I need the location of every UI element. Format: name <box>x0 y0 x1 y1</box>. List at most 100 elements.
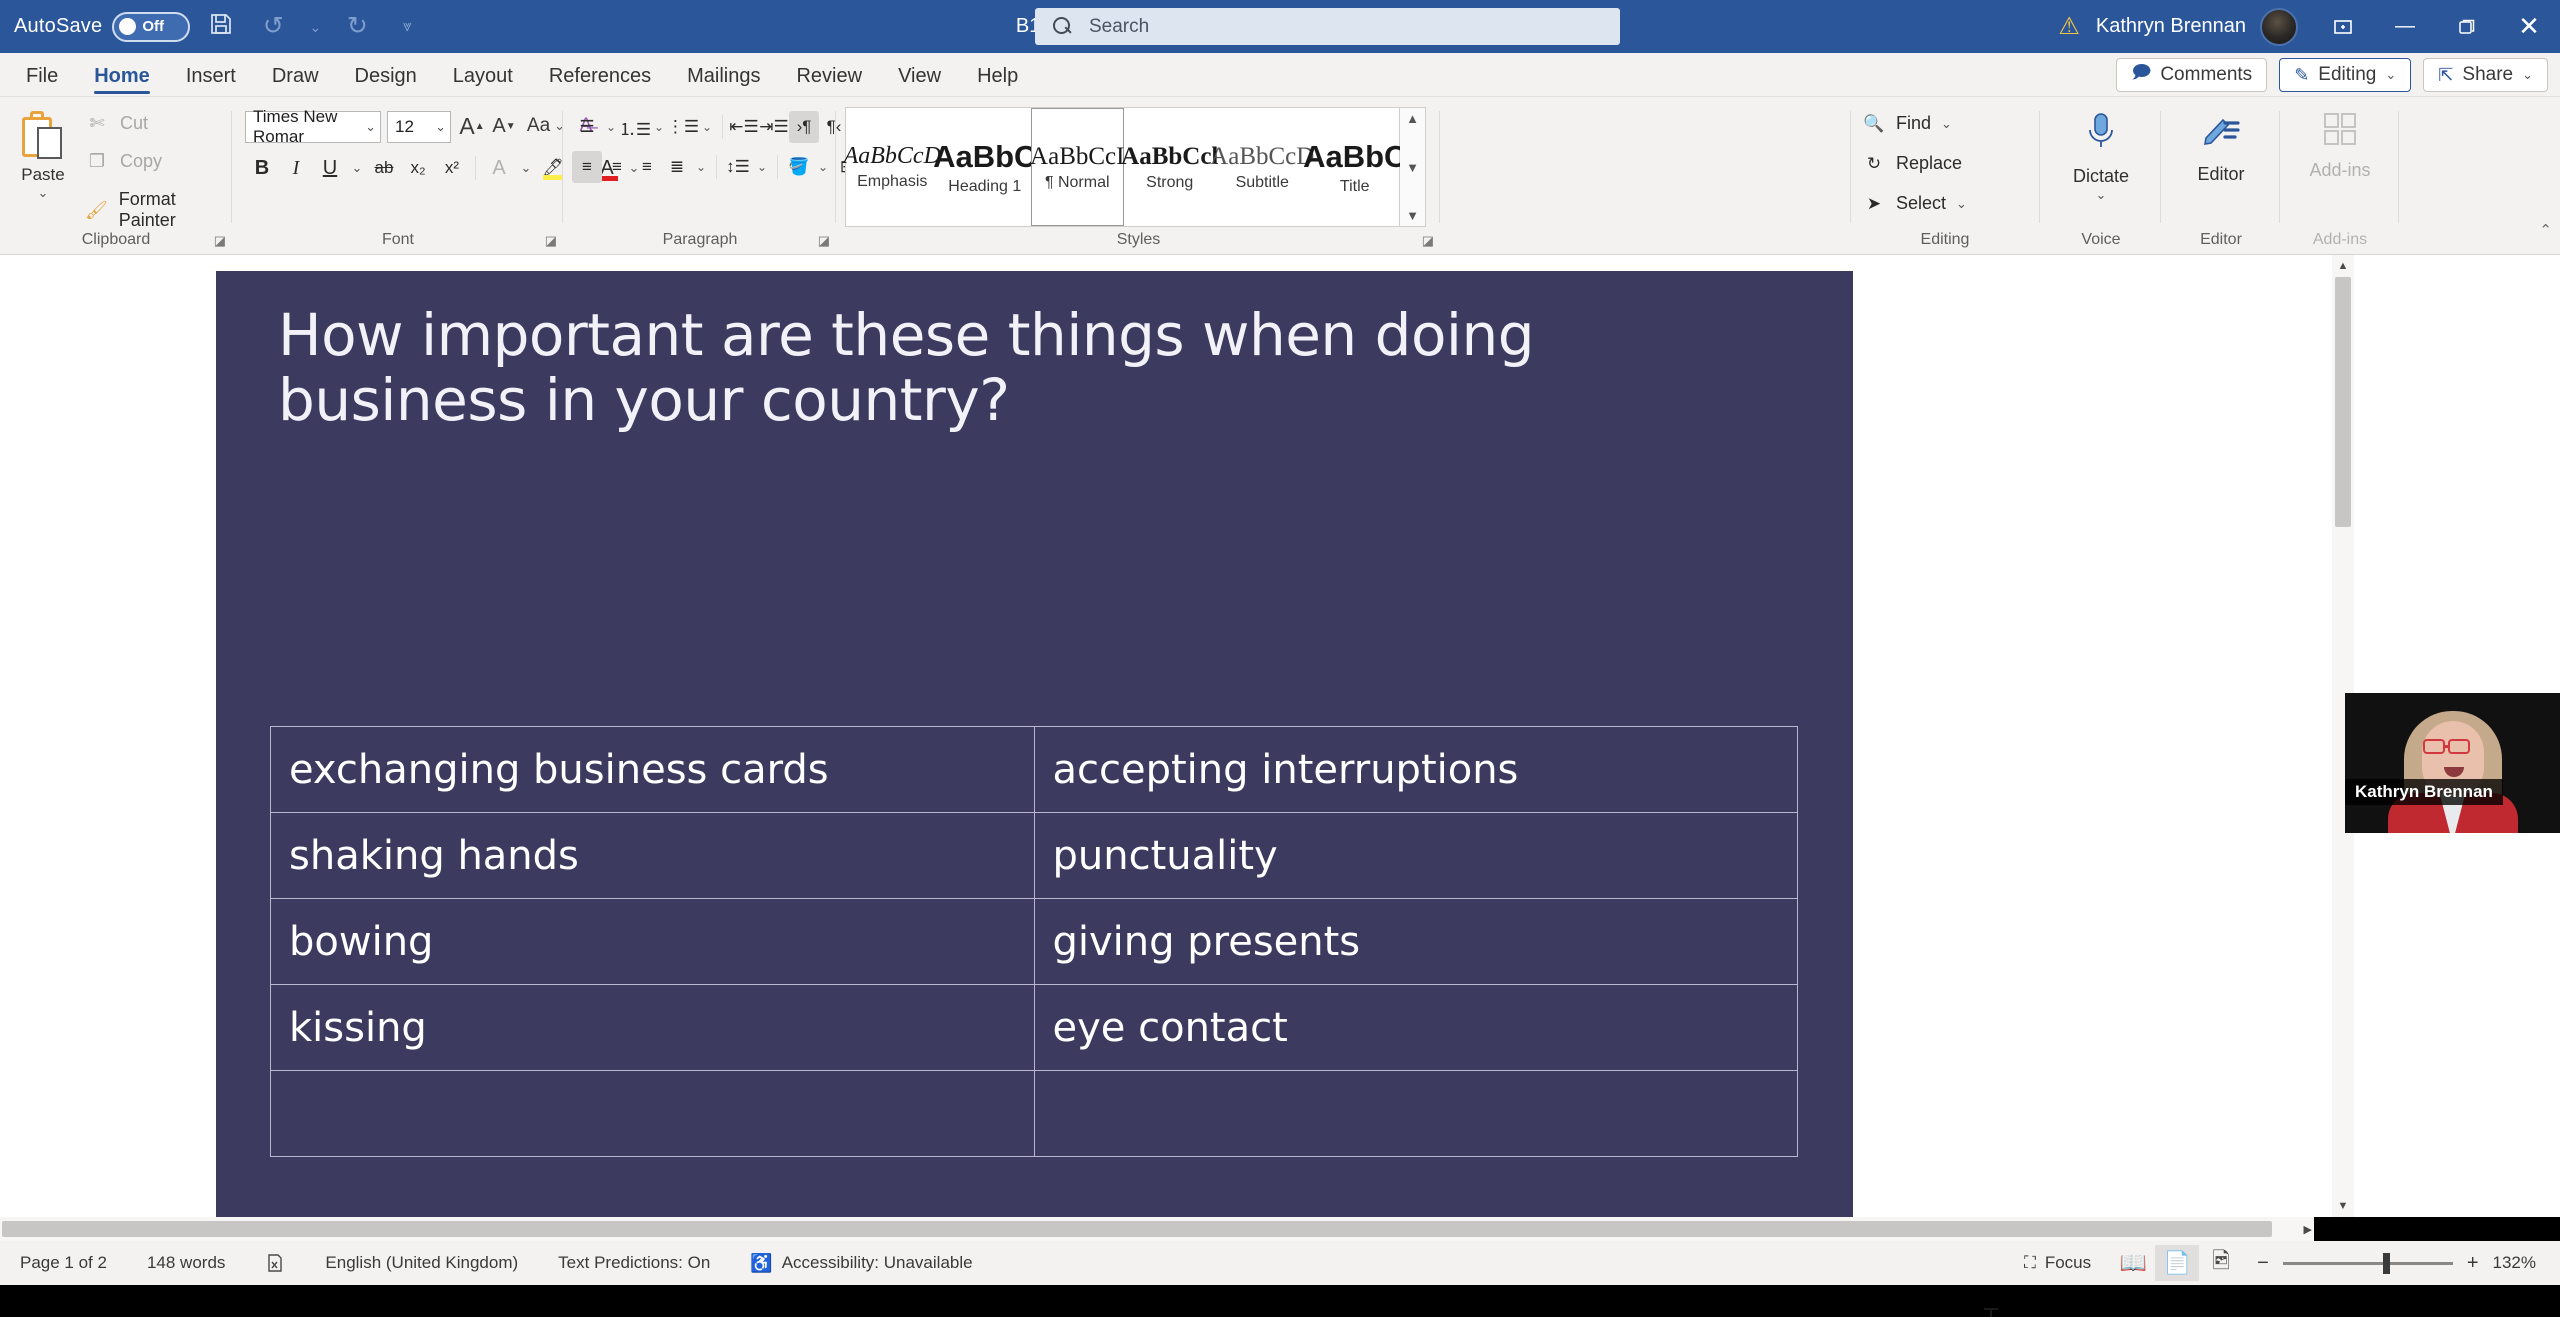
avatar[interactable] <box>2260 7 2298 46</box>
undo-icon[interactable]: ↺ <box>252 14 294 39</box>
tab-draw[interactable]: Draw <box>254 56 337 96</box>
table-row[interactable]: exchanging business cards accepting inte… <box>270 726 1798 813</box>
dictate-button[interactable]: Dictate ⌄ <box>2041 111 2161 203</box>
styles-more-icon[interactable]: ▼ <box>1406 208 1419 223</box>
strikethrough-button[interactable]: ab <box>367 151 401 185</box>
table-cell[interactable]: exchanging business cards <box>270 726 1035 813</box>
paste-chevron-down-icon[interactable]: ⌄ <box>12 185 74 201</box>
comments-button[interactable]: 🗩 Comments <box>2116 58 2268 92</box>
bullets-chevron-down-icon[interactable]: ⌄ <box>602 111 620 143</box>
warning-icon[interactable]: ⚠ <box>2042 12 2096 41</box>
copy-button[interactable]: ❐ Copy <box>84 151 162 172</box>
slide-title[interactable]: How important are these things when doin… <box>278 303 1708 433</box>
language-indicator[interactable]: English (United Kingdom) <box>305 1253 538 1273</box>
web-layout-icon[interactable]: 🖻 <box>2199 1245 2243 1281</box>
save-icon[interactable] <box>200 12 242 41</box>
undo-caret-icon[interactable]: ⌄ <box>304 20 326 34</box>
left-to-right-icon[interactable]: ›¶ <box>789 111 819 143</box>
tab-home[interactable]: Home <box>76 56 168 96</box>
zoom-in-button[interactable]: + <box>2467 1252 2479 1275</box>
select-button[interactable]: ➤ Select ⌄ <box>1862 193 1967 214</box>
maximize-icon[interactable] <box>2436 0 2498 53</box>
table-cell[interactable] <box>270 1070 1035 1157</box>
page-number[interactable]: Page 1 of 2 <box>0 1253 127 1273</box>
tab-help[interactable]: Help <box>959 56 1036 96</box>
tab-insert[interactable]: Insert <box>168 56 254 96</box>
horizontal-scrollbar[interactable]: ▶ <box>0 1217 2314 1241</box>
collapse-ribbon-icon[interactable]: ⌃ <box>2539 221 2552 239</box>
style-strong[interactable]: AaBbCcl Strong <box>1121 108 1218 226</box>
shading-chevron-down-icon[interactable]: ⌄ <box>814 151 832 183</box>
table-cell[interactable]: kissing <box>270 984 1035 1071</box>
table-cell[interactable]: giving presents <box>1033 898 1798 985</box>
table-cell[interactable] <box>1033 1070 1798 1157</box>
style-title[interactable]: AaBbC Title <box>1303 108 1406 226</box>
table-cell[interactable]: accepting interruptions <box>1033 726 1798 813</box>
tab-view[interactable]: View <box>880 56 959 96</box>
style-heading-1[interactable]: AaBbC Heading 1 <box>933 108 1036 226</box>
accessibility-status[interactable]: ♿ Accessibility: Unavailable <box>730 1253 992 1274</box>
justify-chevron-down-icon[interactable]: ⌄ <box>692 151 710 183</box>
document-canvas[interactable]: How important are these things when doin… <box>0 255 2560 1317</box>
styles-dialog-launcher-icon[interactable]: ◪ <box>1422 233 1434 249</box>
tab-review[interactable]: Review <box>778 56 880 96</box>
restore-down-icon[interactable] <box>2312 0 2374 53</box>
bullets-icon[interactable]: ☰ <box>572 111 602 143</box>
vertical-scrollbar-thumb[interactable] <box>2335 277 2351 527</box>
dictate-chevron-down-icon[interactable]: ⌄ <box>2041 187 2161 203</box>
justify-icon[interactable]: ≣ <box>662 151 692 183</box>
close-icon[interactable]: ✕ <box>2498 0 2560 53</box>
multilevel-chevron-down-icon[interactable]: ⌄ <box>698 111 716 143</box>
text-effects-button[interactable]: A <box>482 151 516 185</box>
user-name[interactable]: Kathryn Brennan <box>2096 15 2246 38</box>
line-spacing-chevron-down-icon[interactable]: ⌄ <box>753 151 771 183</box>
increase-indent-icon[interactable]: ⇥☰ <box>759 111 789 143</box>
tab-design[interactable]: Design <box>337 56 435 96</box>
addins-button[interactable]: Add-ins <box>2281 111 2399 181</box>
styles-scroll-down-icon[interactable]: ▼ <box>1406 160 1419 175</box>
table-cell[interactable]: shaking hands <box>270 812 1035 899</box>
decrease-indent-icon[interactable]: ⇤☰ <box>729 111 759 143</box>
read-mode-icon[interactable]: 📖 <box>2111 1245 2155 1281</box>
align-right-icon[interactable]: ≡ <box>632 151 662 183</box>
style-emphasis[interactable]: AaBbCcD Emphasis <box>844 108 941 226</box>
word-count[interactable]: 148 words <box>127 1253 245 1273</box>
shading-icon[interactable]: 🪣 <box>784 151 814 183</box>
editing-mode-button[interactable]: ✎ Editing ⌄ <box>2279 58 2412 92</box>
numbering-icon[interactable]: ⒈☰ <box>619 111 651 143</box>
font-dialog-launcher-icon[interactable]: ◪ <box>545 233 557 249</box>
change-case-icon[interactable]: Aa ⌄ <box>525 111 567 141</box>
scroll-down-icon[interactable]: ▼ <box>2332 1195 2354 1217</box>
table-cell[interactable]: bowing <box>270 898 1035 985</box>
format-painter-button[interactable]: 🖌 Format Painter <box>84 189 232 231</box>
table-row[interactable]: shaking hands punctuality <box>270 812 1798 899</box>
table-row[interactable]: kissing eye contact <box>270 984 1798 1071</box>
webcam-panel[interactable]: Kathryn Brennan <box>2345 693 2560 833</box>
paste-button[interactable]: Paste ⌄ <box>12 111 74 201</box>
superscript-button[interactable]: x² <box>435 151 469 185</box>
font-name-input[interactable]: Times New Romar ⌄ <box>245 107 381 146</box>
styles-scrollbar[interactable]: ▲ ▼ ▼ <box>1400 107 1426 227</box>
cut-button[interactable]: ✄ Cut <box>84 113 148 134</box>
tab-mailings[interactable]: Mailings <box>669 56 778 96</box>
clipboard-dialog-launcher-icon[interactable]: ◪ <box>214 233 226 249</box>
editor-button[interactable]: Editor <box>2162 111 2280 185</box>
tab-references[interactable]: References <box>531 56 669 96</box>
underline-chevron-down-icon[interactable]: ⌄ <box>347 151 367 185</box>
replace-button[interactable]: ↻ Replace <box>1862 153 1962 174</box>
zoom-track[interactable] <box>2282 1252 2453 1274</box>
print-layout-icon[interactable]: 📄 <box>2155 1245 2200 1281</box>
shrink-font-icon[interactable]: A ▼ <box>489 111 519 141</box>
scroll-right-icon[interactable]: ▶ <box>2304 1223 2312 1236</box>
table-row[interactable]: bowing giving presents <box>270 898 1798 985</box>
find-button[interactable]: 🔍 Find ⌄ <box>1862 113 1952 134</box>
focus-mode-button[interactable]: ⛶ Focus <box>2004 1253 2111 1273</box>
table-cell[interactable]: eye contact <box>1033 984 1798 1071</box>
table-row[interactable] <box>270 1070 1798 1157</box>
redo-icon[interactable]: ↻ <box>336 14 378 39</box>
text-effects-chevron-down-icon[interactable]: ⌄ <box>516 151 536 185</box>
italic-button[interactable]: I <box>279 151 313 185</box>
zoom-out-button[interactable]: − <box>2257 1252 2269 1275</box>
numbering-chevron-down-icon[interactable]: ⌄ <box>650 111 668 143</box>
style-subtitle[interactable]: AaBbCcD Subtitle <box>1210 108 1314 226</box>
